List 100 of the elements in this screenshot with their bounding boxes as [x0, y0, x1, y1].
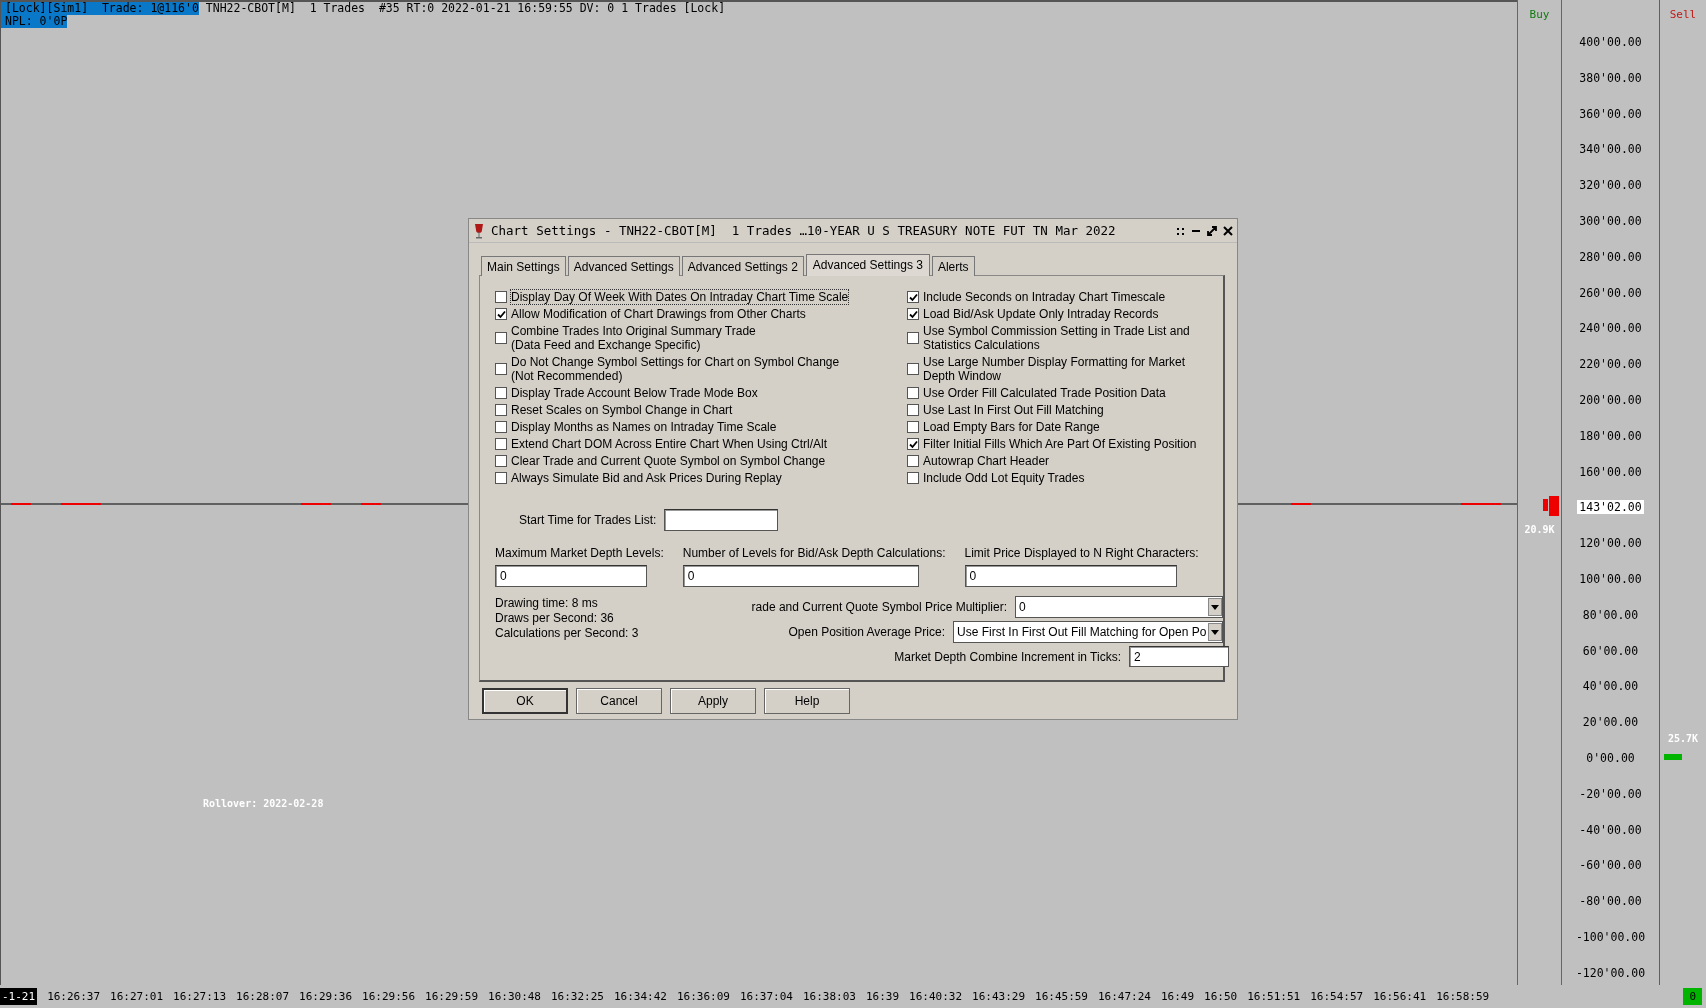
price-label: 300'00.00 [1579, 214, 1642, 228]
date-label: -1-21 [0, 988, 38, 1005]
time-label: 16:36:09 [676, 990, 730, 1003]
checkbox[interactable] [907, 438, 919, 450]
settings-tab[interactable]: Alerts [931, 256, 975, 276]
checkbox[interactable] [495, 332, 507, 344]
time-label: 16:43:29 [972, 990, 1025, 1003]
checkbox-option[interactable]: Extend Chart DOM Across Entire Chart When Using Ctrl/Alt [495, 437, 907, 451]
time-label: 16:29:36 [299, 990, 353, 1003]
checkbox[interactable] [495, 308, 507, 320]
checkbox[interactable] [495, 438, 507, 450]
close-icon[interactable] [1223, 225, 1233, 236]
window-title: Chart Settings - TNH22-CBOT[M] 1 Trades …10-YEAR U S TREASURY NOTE FUT TN Mar 2022 [491, 223, 1117, 238]
checkbox[interactable] [907, 421, 919, 433]
checkbox[interactable] [907, 404, 919, 416]
dialog-button[interactable]: OK [482, 688, 568, 714]
chart-header-text: TNH22-CBOT[M] 1 Trades #35 RT:0 2022-01-21 16:59:55 DV: 0 1 Trades [Lock] [204, 2, 726, 15]
option-label: Use Last In First Out Fill Matching [923, 403, 1104, 417]
volume-label: 25.7K [1667, 733, 1699, 744]
checkbox[interactable] [907, 291, 919, 303]
checkbox-option[interactable]: Allow Modification of Chart Drawings from Other Charts [495, 307, 907, 321]
price-label: -120'00.00 [1575, 965, 1646, 980]
settings-tab[interactable]: Advanced Settings 3 [805, 254, 930, 276]
checkbox-option[interactable]: Reset Scales on Symbol Change in Chart [495, 403, 907, 417]
checkbox-option[interactable]: Display Trade Account Below Trade Mode Box [495, 386, 907, 400]
checkbox-option[interactable]: Include Odd Lot Equity Trades [907, 471, 1207, 485]
chart-header-text: NPL: 0'0P [1, 15, 68, 28]
price-label: 220'00.00 [1579, 357, 1642, 372]
settings-tab[interactable]: Advanced Settings 2 [681, 256, 804, 276]
restore-icon[interactable] [1207, 225, 1217, 236]
dropdown[interactable]: 0 [1015, 596, 1223, 618]
checkbox-option[interactable]: Display Months as Names on Intraday Time Scale [495, 420, 907, 434]
checkbox[interactable] [907, 332, 919, 344]
checkbox[interactable] [495, 404, 507, 416]
checkbox-option[interactable]: Use Order Fill Calculated Trade Position Data [907, 386, 1207, 400]
checkbox[interactable] [495, 363, 507, 375]
checkbox-option[interactable]: Do Not Change Symbol Settings for Chart on Symbol Change (Not Recommended) [495, 355, 907, 383]
grip-icon[interactable] [1177, 225, 1185, 236]
input-field[interactable]: 0 [495, 565, 647, 587]
price-label: 360'00.00 [1579, 106, 1642, 121]
checkbox-option[interactable]: Include Seconds on Intraday Chart Timescale [907, 290, 1207, 304]
checkbox[interactable] [495, 472, 507, 484]
checkbox-option[interactable]: Clear Trade and Current Quote Symbol on Symbol Change [495, 454, 907, 468]
option-label: Display Trade Account Below Trade Mode Box [511, 386, 758, 400]
time-label: 16:34:42 [614, 990, 667, 1003]
settings-tab[interactable]: Main Settings [481, 256, 566, 276]
time-label: 16:29:59 [425, 990, 478, 1003]
price-label: 0'00.00 [1586, 750, 1635, 765]
checkbox[interactable] [907, 387, 919, 399]
time-label: 16:58:59 [1436, 990, 1490, 1003]
input-field[interactable]: 2 [1129, 646, 1229, 667]
checkbox-option[interactable]: Always Simulate Bid and Ask Prices During Replay [495, 471, 907, 485]
time-label: 16:50 [1204, 990, 1238, 1003]
price-label: 340'00.00 [1579, 142, 1642, 157]
time-label: 16:49 [1161, 990, 1195, 1003]
price-label: 120'00.00 [1579, 536, 1642, 551]
input-field[interactable]: 0 [964, 565, 1177, 587]
checkbox[interactable] [907, 308, 919, 320]
price-label: -40'00.00 [1579, 822, 1642, 837]
time-label: 16:27:13 [173, 990, 227, 1003]
time-label: 16:26:37 [47, 990, 101, 1003]
stats-text: Drawing time: 8 ms [495, 596, 599, 611]
checkbox[interactable] [495, 421, 507, 433]
time-label: 16:27:01 [110, 990, 164, 1003]
price-label: 80'00.00 [1582, 607, 1639, 622]
dialog-button[interactable]: Apply [670, 688, 756, 714]
checkbox[interactable] [907, 472, 919, 484]
price-label: 180'00.00 [1579, 428, 1642, 443]
option-label: Do Not Change Symbol Settings for Chart on Symbol Change (Not Recommended) [511, 355, 840, 383]
price-label: 160'00.00 [1579, 464, 1642, 479]
dialog-button[interactable]: Cancel [576, 688, 662, 714]
checkbox-option[interactable]: Display Day Of Week With Dates On Intraday Chart Time Scale [495, 290, 907, 304]
checkbox-option[interactable]: Use Last In First Out Fill Matching [907, 403, 1207, 417]
checkbox[interactable] [495, 387, 507, 399]
dropdown[interactable]: Use First In First Out Fill Matching for Open Po [953, 621, 1223, 643]
option-label: Combine Trades Into Original Summary Trade (Data Feed and Exchange Specific) [511, 324, 756, 352]
option-label: Reset Scales on Symbol Change in Chart [511, 403, 733, 417]
time-label: 16:38:03 [802, 990, 856, 1003]
checkbox-option[interactable]: Autowrap Chart Header [907, 454, 1207, 468]
time-label: 16:28:07 [236, 990, 290, 1003]
checkbox[interactable] [495, 455, 507, 467]
dialog-button[interactable]: Help [764, 688, 850, 714]
checkbox-option[interactable]: Load Empty Bars for Date Range [907, 420, 1207, 434]
checkbox[interactable] [907, 455, 919, 467]
checkbox[interactable] [907, 363, 919, 375]
checkbox-option[interactable]: Load Bid/Ask Update Only Intraday Records [907, 307, 1207, 321]
price-label: 200'00.00 [1579, 392, 1642, 407]
field-label: Maximum Market Depth Levels: [495, 546, 664, 560]
checkbox-option[interactable]: Combine Trades Into Original Summary Trade (Data Feed and Exchange Specific) [495, 324, 907, 352]
field-label: Limit Price Displayed to N Right Characters: [964, 546, 1199, 560]
column-title: Buy [1529, 8, 1550, 21]
volume-label: 20.9K [1524, 524, 1555, 535]
input-field[interactable]: 0 [682, 565, 919, 587]
time-label: 16:45:59 [1035, 990, 1088, 1003]
time-label: 16:40:32 [909, 990, 963, 1003]
option-label: Load Bid/Ask Update Only Intraday Records [923, 307, 1159, 321]
settings-tab[interactable]: Advanced Settings [567, 256, 680, 276]
checkbox[interactable] [495, 291, 507, 303]
price-label: -80'00.00 [1579, 894, 1642, 909]
start-time-field[interactable] [664, 509, 779, 531]
